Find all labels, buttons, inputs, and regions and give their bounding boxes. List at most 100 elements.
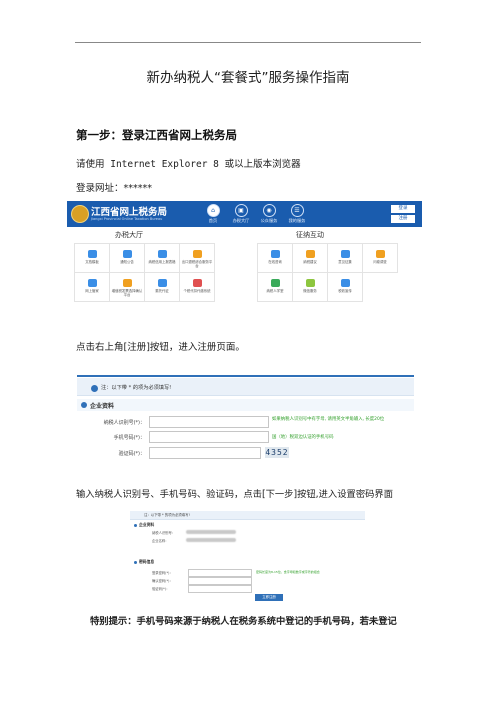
tax-hall-tile[interactable]: 通知公告 [110,244,145,273]
pwd-taxpayer-id-label: 纳税人识别号： [152,531,176,535]
interaction-tile-label: 在线咨询 [268,260,282,264]
captcha-input[interactable] [149,447,261,459]
register-now-button[interactable]: 立即注册 [255,594,283,601]
tax-hall-tile-icon [192,279,202,287]
tax-hall-tile-label: 纳税信用上报表格 [148,260,176,264]
tax-hall-tile-label: 文档模板 [85,260,99,264]
interaction-tile-icon [340,250,350,258]
login-password-input[interactable] [188,569,252,577]
tax-hall-tile-label: 委托代征 [155,289,169,293]
tax-hall-tile[interactable]: 出口退税综合服务平台 [180,244,215,273]
special-note: 特别提示：手机号码来源于纳税人在税务系统中登记的手机号码，若未登记 [90,616,397,627]
pwd-note: 注：以下带 * 的项为必须填写! [144,513,190,517]
public-icon: ◉ [262,204,276,217]
url-label: 登录网址：****** [76,183,153,194]
tax-hall-tile[interactable]: 文档模板 [75,244,110,273]
pwd-captcha-input[interactable] [188,585,252,593]
interaction-tile[interactable]: 在线咨询 [258,244,293,273]
blurred-taxpayer-id [186,530,236,534]
interaction-tile-label: 问卷调查 [373,260,387,264]
login-password-hint: 密码长度为8-15位，含字母和数字或字符的组合 [256,570,320,574]
register-button[interactable]: 注册 [391,215,415,223]
interaction-tile-icon [375,250,385,258]
interaction-tile[interactable]: 纳税建议 [293,244,328,273]
interaction-tile-label: 纳税人学堂 [266,289,284,293]
interaction-tile-icon [305,250,315,258]
pwd-section-password: 密码信息 [134,559,154,565]
tax-hall-tile-icon [192,250,202,258]
confirm-password-input[interactable] [188,577,252,585]
input-instruction: 输入纳税人识别号、手机号码、验证码，点击[下一步]按钮,进入设置密码界面 [76,489,394,500]
tax-hall-tile-icon [122,279,132,287]
tax-hall-tile[interactable]: 纳税信用上报表格 [145,244,180,273]
tax-hall-tile[interactable]: 增值税发票选择确认平台 [110,273,145,302]
tax-hall-tile-icon [157,250,167,258]
tax-hall-tile-icon [122,250,132,258]
taxpayer-id-label: 纳税人识别号(*)： [103,420,145,426]
interaction-tile[interactable]: 意见征集 [328,244,363,273]
interaction-tile[interactable]: 微信服务 [293,273,328,302]
login-button[interactable]: 登录 [391,205,415,213]
password-form-screenshot: 注：以下带 * 的项为必须填写! 企业资料 纳税人识别号： 企业名称： 密码信息… [130,511,365,602]
interaction-grid: 在线咨询 纳税建议 意见征集 问卷调查纳税人学堂 微信服务 税收宣传 [257,243,398,302]
section-tax-hall: 办税大厅 [115,231,143,239]
captcha-label: 验证码(*)： [118,451,145,457]
pwd-company-name-label: 企业名称： [152,539,169,543]
section-company-info: 企业资料 [77,399,414,411]
tax-emblem-icon [71,205,89,223]
nav-tax-hall[interactable]: ▣ 办税大厅 [230,203,252,225]
tax-hall-grid: 文档模板 通知公告 纳税信用上报表格 出口退税综合服务平台网上管家 增值税发票选择确认平… [74,243,215,302]
tax-hall-tile-icon [87,250,97,258]
captcha-image[interactable]: 4352 [265,447,289,458]
interaction-tile-label: 意见征集 [338,260,352,264]
tax-hall-tile-label: 通知公告 [120,260,134,264]
tax-hall-tile[interactable]: 网上管家 [75,273,110,302]
tax-hall-tile-icon [157,279,167,287]
register-form-screenshot: 注：以下带 * 的项为必须填写! 企业资料 纳税人识别号(*)： 如果纳税人识别… [77,375,414,467]
tax-hall-tile[interactable]: 个税代扣代缴系统 [180,273,215,302]
blurred-company-name [186,538,236,542]
nav-my-service[interactable]: ☰ 我的服务 [286,203,308,225]
pwd-section-company: 企业资料 [134,522,154,528]
taxpayer-id-input[interactable] [149,416,269,428]
nav-home[interactable]: ⌂ 首页 [202,203,224,225]
tax-hall-tile-label: 出口退税综合服务平台 [181,260,213,269]
section-interaction: 征纳互动 [296,231,324,239]
section-dot-icon [81,402,87,408]
nav-public[interactable]: ◉ 公众服务 [258,203,280,225]
confirm-password-label: 确认密码(*)： [152,579,173,583]
interaction-tile[interactable]: 问卷调查 [363,244,398,273]
section-label: 企业资料 [90,403,115,410]
portal-brand: 江西省网上税务局 [91,207,168,218]
interaction-tile-icon [270,279,280,287]
tax-hall-tile[interactable]: 委托代征 [145,273,180,302]
phone-input[interactable] [149,431,269,443]
interaction-tile[interactable]: 纳税人学堂 [258,273,293,302]
interaction-tile-label: 纳税建议 [303,260,317,264]
interaction-tile-label: 税收宣传 [338,289,352,293]
phone-hint: 国（地）税双边认证的手机号码 [272,435,334,440]
form-top-bar [77,375,414,377]
info-icon [91,385,98,392]
interaction-tile-icon [305,279,315,287]
interaction-tile[interactable]: 税收宣传 [328,273,363,302]
tax-hall-tile-icon [87,279,97,287]
form-note-bar: 注：以下带 * 的项为必须填写! [77,378,414,396]
form-note: 注：以下带 * 的项为必须填写! [101,385,172,391]
browser-note: 请使用 Internet Explorer 8 或以上版本浏览器 [76,159,301,170]
login-password-label: 登录密码(*)： [152,571,173,575]
document-title: 新办纳税人“套餐式”服务操作指南 [146,70,350,86]
portal-brand-sub: Jiangxi Provincial Online Taxation Burea… [91,217,163,221]
tax-hall-tile-label: 网上管家 [85,289,99,293]
pwd-note-bar: 注：以下带 * 的项为必须填写! [130,511,365,520]
top-rule [75,42,421,43]
interaction-tile-label: 微信服务 [303,289,317,293]
service-icon: ☰ [290,204,304,217]
hall-icon: ▣ [234,204,248,217]
portal-screenshot: 江西省网上税务局 Jiangxi Provincial Online Taxat… [67,201,422,323]
step1-heading: 第一步：登录江西省网上税务局 [76,128,237,142]
phone-label: 手机号码(*)： [113,435,145,441]
portal-header: 江西省网上税务局 Jiangxi Provincial Online Taxat… [67,201,422,227]
tax-hall-tile-label: 个税代扣代缴系统 [183,289,211,293]
pwd-captcha-label: 验证码(*)： [152,587,170,591]
